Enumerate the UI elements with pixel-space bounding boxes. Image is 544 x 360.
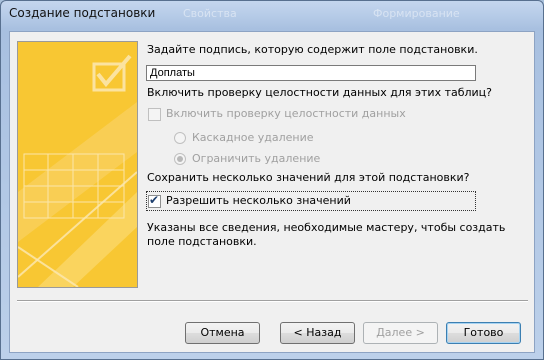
cancel-button[interactable]: Отмена bbox=[185, 322, 260, 344]
radio-selected-dot bbox=[177, 156, 183, 162]
integrity-checkbox-label: Включить проверку целостности данных bbox=[166, 107, 406, 120]
finish-info-line1: Указаны все сведения, необходимые мастер… bbox=[147, 221, 506, 234]
wizard-illustration bbox=[17, 41, 138, 288]
finish-button[interactable]: Готово bbox=[446, 322, 521, 344]
wizard-illustration-graphic bbox=[18, 42, 137, 287]
cascade-delete-radio[interactable] bbox=[174, 132, 186, 144]
title-bar[interactable]: Создание подстановки Свойства Формирован… bbox=[1, 1, 543, 27]
back-button[interactable]: < Назад bbox=[280, 322, 355, 344]
wizard-body: Задайте подпись, которую содержит поле п… bbox=[9, 31, 535, 353]
button-separator bbox=[17, 300, 528, 302]
cascade-delete-label: Каскадное удаление bbox=[192, 131, 314, 144]
integrity-question: Включить проверку целостности данных для… bbox=[147, 86, 493, 99]
multivalue-question: Сохранить несколько значений для этой по… bbox=[147, 171, 470, 184]
next-button[interactable]: Далее > bbox=[363, 322, 438, 344]
lookup-wizard-window: Создание подстановки Свойства Формирован… bbox=[0, 0, 544, 360]
restrict-delete-label: Ограничить удаление bbox=[192, 152, 321, 165]
lookup-caption-input[interactable] bbox=[146, 65, 476, 81]
restrict-delete-radio[interactable] bbox=[174, 153, 186, 165]
window-title: Создание подстановки bbox=[9, 6, 156, 20]
background-window-title: Свойства bbox=[183, 7, 237, 20]
integrity-checkbox[interactable] bbox=[148, 108, 161, 121]
finish-info-line2: поле подстановки. bbox=[147, 235, 257, 248]
caption-prompt: Задайте подпись, которую содержит поле п… bbox=[147, 43, 478, 56]
multivalue-checkbox-label: Разрешить несколько значений bbox=[166, 194, 351, 207]
background-window-title: Формирование bbox=[373, 7, 460, 20]
multivalue-checkbox[interactable]: ✔ bbox=[148, 193, 161, 208]
checkmark-icon: ✔ bbox=[149, 193, 160, 207]
